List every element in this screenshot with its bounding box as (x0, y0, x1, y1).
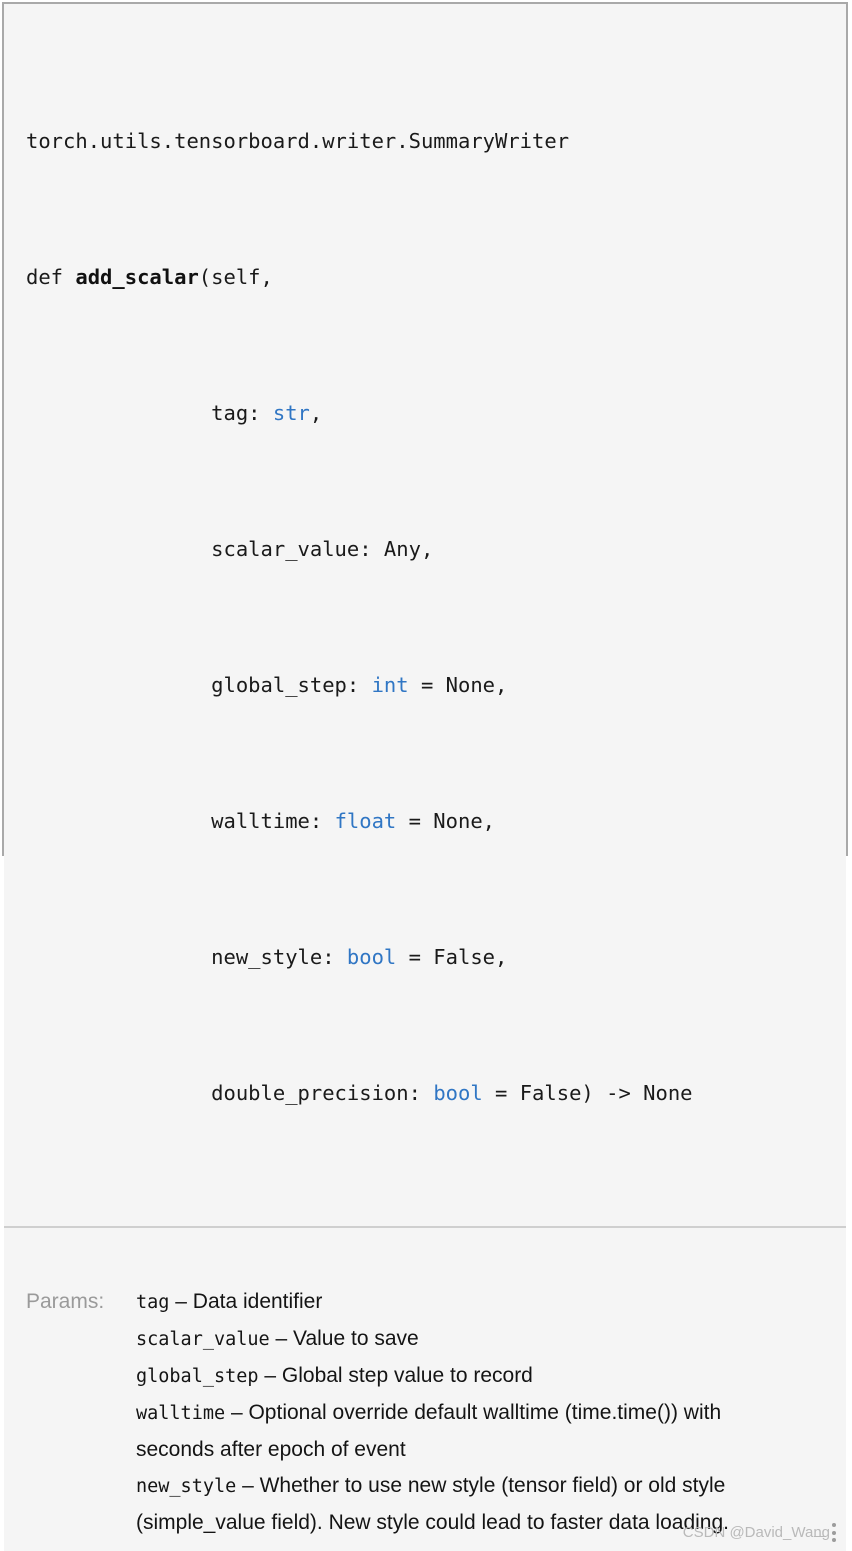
param-name-walltime: walltime (136, 1403, 226, 1424)
param-name-tag: tag (136, 1292, 170, 1313)
param-tag-tail: , (309, 401, 323, 425)
param-desc-global-step: Global step value to record (281, 1364, 533, 1387)
param-dash: – (258, 1364, 282, 1387)
param-new-style-type: bool (346, 945, 397, 969)
self-argument: (self, (198, 265, 273, 289)
signature-line-new-style: new_style: bool = False, (26, 940, 824, 974)
watermark-text: CSDN @David_Wang (682, 1524, 830, 1541)
param-global-step-name: global_step: (211, 673, 372, 697)
param-walltime-name: walltime: (211, 809, 335, 833)
param-name-global-step: global_step (136, 1366, 259, 1387)
param-double-precision-default-and-return: = False) -> None (482, 1081, 693, 1105)
param-dash: – (269, 1327, 294, 1350)
function-signature-section: torch.utils.tensorboard.writer.SummaryWr… (4, 4, 846, 1228)
param-dash: – (236, 1474, 260, 1497)
param-new-style-name: new_style: (211, 945, 347, 969)
param-description-walltime: walltime – Optional override default wal… (136, 1395, 796, 1468)
signature-line-tag: tag: str, (26, 396, 824, 430)
param-new-style-default: = False, (396, 945, 508, 969)
dot-middle (832, 1530, 836, 1535)
signature-line-qualified-path: torch.utils.tensorboard.writer.SummaryWr… (26, 124, 824, 158)
param-tag-name: tag: (211, 401, 273, 425)
signature-line-double-precision: double_precision: bool = False) -> None (26, 1076, 824, 1110)
param-description-tag: tag – Data identifier (136, 1284, 796, 1321)
param-desc-tag: Data identifier (192, 1290, 323, 1313)
param-walltime-type: float (334, 809, 397, 833)
param-global-step-type: int (371, 673, 409, 697)
dot-top (832, 1523, 836, 1527)
param-global-step-default: = None, (408, 673, 508, 697)
param-double-precision-name: double_precision: (211, 1081, 434, 1105)
signature-line-walltime: walltime: float = None, (26, 804, 824, 838)
function-name: add_scalar (75, 265, 199, 289)
qualified-path-text: torch.utils.tensorboard.writer.SummaryWr… (26, 129, 570, 153)
signature-line-scalar-value: scalar_value: Any, (26, 532, 824, 566)
signature-code-block: torch.utils.tensorboard.writer.SummaryWr… (26, 22, 824, 1212)
param-description-scalar-value: scalar_value – Value to save (136, 1321, 796, 1358)
parameters-section: Params: tag – Data identifier scalar_val… (4, 1228, 846, 1551)
param-walltime-default: = None, (396, 809, 496, 833)
param-desc-scalar-value: Value to save (293, 1327, 419, 1350)
parameters-list: tag – Data identifier scalar_value – Val… (136, 1284, 796, 1541)
param-double-precision-type: bool (433, 1081, 483, 1105)
parameters-label: Params: (26, 1290, 105, 1313)
param-name-scalar-value: scalar_value (136, 1329, 270, 1350)
csdn-watermark: CSDN @David_Wang (683, 1523, 836, 1543)
param-tag-type: str (272, 401, 310, 425)
signature-line-global-step: global_step: int = None, (26, 668, 824, 702)
param-dash: – (169, 1290, 193, 1313)
more-vertical-icon (832, 1523, 836, 1543)
watermark-underline (814, 1536, 826, 1537)
param-name-new-style: new_style (136, 1476, 237, 1497)
param-scalar-value-text: scalar_value: Any, (211, 537, 434, 561)
documentation-popup: torch.utils.tensorboard.writer.SummaryWr… (2, 2, 848, 1551)
def-keyword: def (26, 265, 76, 289)
param-description-global-step: global_step – Global step value to recor… (136, 1358, 796, 1395)
dot-bottom (832, 1538, 836, 1542)
param-dash: – (225, 1401, 249, 1424)
signature-line-def: def add_scalar(self, (26, 260, 824, 294)
parameters-row: Params: tag – Data identifier scalar_val… (26, 1284, 824, 1541)
